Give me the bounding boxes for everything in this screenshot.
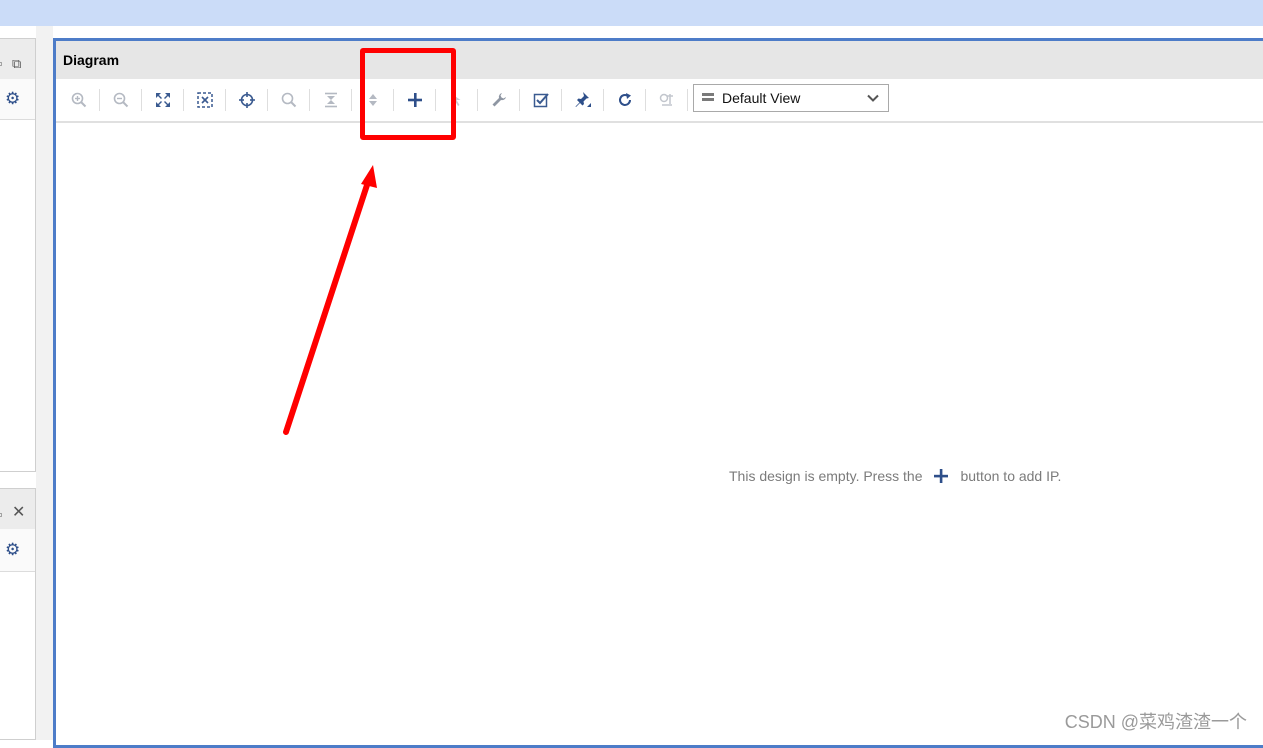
watermark-text: CSDN @菜鸡渣渣一个 — [1064, 712, 1247, 732]
annotation-arrow — [283, 165, 377, 435]
